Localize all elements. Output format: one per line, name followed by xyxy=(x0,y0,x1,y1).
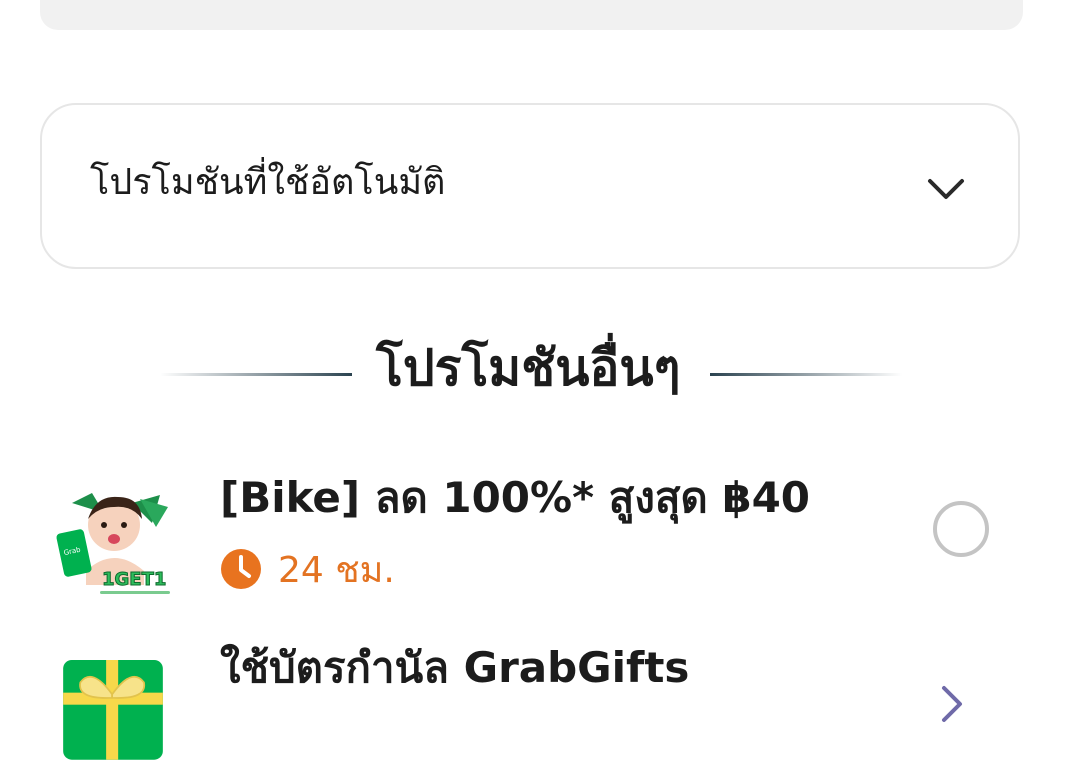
divider-right xyxy=(710,373,902,376)
auto-promo-label: โปรโมชันที่ใช้อัตโนมัติ xyxy=(90,162,446,203)
promo-item-grabgifts[interactable]: ใช้บัตรกำนัล GrabGifts xyxy=(0,630,1070,760)
promo-timer-text: 24 ชม. xyxy=(278,549,395,591)
chevron-right-icon[interactable] xyxy=(938,684,964,724)
promo-thumbnail-image: Grab 1GET1 xyxy=(56,493,170,594)
gift-card-icon xyxy=(63,660,163,760)
divider-left xyxy=(160,373,352,376)
clock-icon xyxy=(221,549,261,589)
previous-section-card xyxy=(40,0,1023,30)
promo-badge-text: 1GET1 xyxy=(102,569,166,590)
promo-expiry: 24 ชม. xyxy=(220,544,395,594)
promo-item-bike[interactable]: Grab 1GET1 [Bike] ลด 100%* สูงสุด ฿40 24… xyxy=(0,460,1070,610)
other-promos-header: โปรโมชันอื่นๆ xyxy=(160,330,905,410)
other-promos-title: โปรโมชันอื่นๆ xyxy=(376,339,681,397)
radio-icon[interactable] xyxy=(933,501,989,557)
promo-title: [Bike] ลด 100%* สูงสุด ฿40 xyxy=(220,473,811,522)
auto-promo-dropdown[interactable]: โปรโมชันที่ใช้อัตโนมัติ xyxy=(40,103,1020,269)
promo-title: ใช้บัตรกำนัล GrabGifts xyxy=(220,643,690,692)
chevron-down-icon[interactable] xyxy=(926,175,966,203)
